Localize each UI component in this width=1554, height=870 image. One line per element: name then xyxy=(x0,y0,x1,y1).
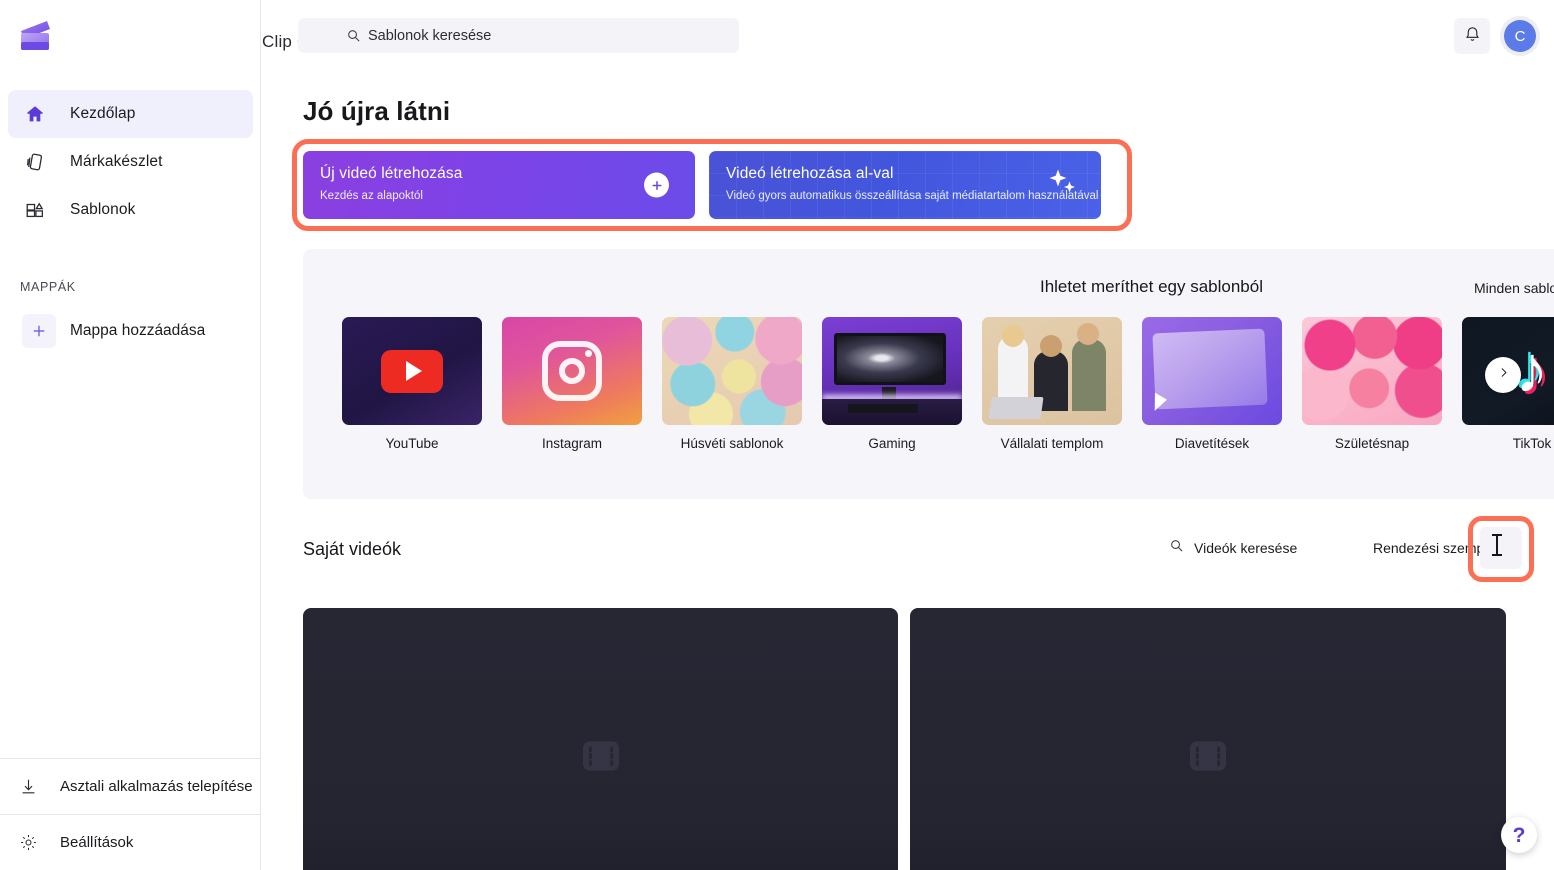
template-thumbnail xyxy=(822,317,962,425)
install-desktop-app-button[interactable]: Asztali alkalmazás telepítése xyxy=(0,758,260,814)
add-folder-button[interactable]: Mappa hozzáadása xyxy=(8,307,253,355)
template-label: Instagram xyxy=(541,436,603,451)
sparkle-icon xyxy=(1045,166,1079,205)
my-videos-grid xyxy=(303,608,1543,870)
page-title: Jó újra látni xyxy=(303,96,451,126)
install-desktop-app-label: Asztali alkalmazás telepítése xyxy=(60,778,253,795)
top-bar: Clip Champ Sablonok keresése xyxy=(261,0,1554,70)
template-label: Vállalati templom xyxy=(1000,436,1104,451)
card-subtitle: Videó gyors automatikus összeállítása sa… xyxy=(726,190,1099,202)
gear-icon xyxy=(14,829,42,857)
template-card-easter[interactable]: Húsvéti sablonok xyxy=(662,317,802,477)
template-search-box[interactable]: Sablonok keresése xyxy=(298,18,739,53)
sidebar-item-templates[interactable]: Sablonok xyxy=(8,186,253,234)
template-card-birthday[interactable]: Születésnap xyxy=(1302,317,1442,477)
search-icon xyxy=(1169,538,1184,558)
download-icon xyxy=(14,773,42,801)
carousel-next-button[interactable] xyxy=(1485,357,1521,393)
clipchamp-logo-icon xyxy=(21,21,50,50)
settings-label: Beállítások xyxy=(60,834,134,851)
clipchamp-home-page: Kezdőlap Márkakészlet Sablonok MAPPÁK Ma… xyxy=(0,0,1554,870)
film-strip-icon xyxy=(574,729,628,788)
sidebar-item-label: Márkakészlet xyxy=(70,153,163,170)
videos-search-button[interactable]: Videók keresése xyxy=(1169,538,1297,558)
video-card[interactable] xyxy=(910,608,1506,870)
template-thumbnail xyxy=(1142,317,1282,425)
avatar: C xyxy=(1504,20,1536,52)
template-label: TikTok xyxy=(1512,436,1552,451)
template-thumbnail xyxy=(982,317,1122,425)
template-label: Születésnap xyxy=(1334,436,1410,451)
youtube-icon xyxy=(381,349,443,393)
plus-icon xyxy=(22,314,56,348)
my-videos-title: Saját videók xyxy=(303,539,402,559)
sidebar-nav: Kezdőlap Márkakészlet Sablonok xyxy=(8,90,253,234)
card-title: Videó létrehozása al-val xyxy=(726,165,894,182)
template-thumbnail xyxy=(662,317,802,425)
brand-kit-icon xyxy=(22,149,48,175)
sidebar-item-home[interactable]: Kezdőlap xyxy=(8,90,253,138)
add-folder-label: Mappa hozzáadása xyxy=(70,322,206,339)
sidebar-item-label: Sablonok xyxy=(70,201,136,218)
templates-panel: Ihletet meríthet egy sablonból Minden sa… xyxy=(303,249,1554,499)
templates-heading: Ihletet meríthet egy sablonból xyxy=(1039,277,1263,296)
template-card-tiktok[interactable]: ♪ TikTok xyxy=(1462,317,1554,477)
videos-search-label: Videók keresése xyxy=(1194,540,1298,556)
create-cards-row: Új videó létrehozása Kezdés az alapoktól… xyxy=(303,151,1121,219)
template-card-gaming[interactable]: Gaming xyxy=(822,317,962,477)
sidebar-item-brand-kit[interactable]: Márkakészlet xyxy=(8,138,253,186)
app-logo[interactable] xyxy=(14,14,58,58)
template-label: Gaming xyxy=(868,436,916,451)
template-thumbnail xyxy=(502,317,642,425)
card-subtitle: Kezdés az alapoktól xyxy=(320,190,423,202)
sort-toggle-button[interactable] xyxy=(1480,527,1522,569)
help-button[interactable]: ? xyxy=(1501,817,1537,853)
notifications-button[interactable] xyxy=(1454,18,1490,54)
sidebar-item-label: Kezdőlap xyxy=(70,105,136,122)
template-card-slideshows[interactable]: Diavetítések xyxy=(1142,317,1282,477)
main-content: Clip Champ Sablonok keresése xyxy=(261,0,1554,870)
template-thumbnail xyxy=(1302,317,1442,425)
card-title: Új videó létrehozása xyxy=(320,165,463,182)
create-new-video-card[interactable]: Új videó létrehozása Kezdés az alapoktól xyxy=(303,151,695,219)
card-grid-pattern xyxy=(709,151,1101,219)
plus-circle-icon xyxy=(644,172,669,198)
home-icon xyxy=(22,101,48,127)
settings-button[interactable]: Beállítások xyxy=(0,814,260,870)
chevron-right-icon xyxy=(1497,366,1510,384)
template-label: YouTube xyxy=(385,436,439,451)
templates-icon xyxy=(22,197,48,223)
template-thumbnail xyxy=(342,317,482,425)
sidebar-bottom-section: Asztali alkalmazás telepítése Beállításo… xyxy=(0,758,260,870)
template-card-youtube[interactable]: YouTube xyxy=(342,317,482,477)
templates-carousel: YouTube Instagram Húsvéti sablonok Gamin… xyxy=(303,317,1554,477)
video-card[interactable] xyxy=(303,608,898,870)
template-card-corporate[interactable]: Vállalati templom xyxy=(982,317,1122,477)
sidebar: Kezdőlap Márkakészlet Sablonok MAPPÁK Ma… xyxy=(0,0,261,870)
film-strip-icon xyxy=(1181,729,1235,788)
template-search-placeholder: Sablonok keresése xyxy=(368,27,492,44)
template-label: Húsvéti sablonok xyxy=(680,436,784,451)
all-templates-link[interactable]: Minden sablon xyxy=(1474,280,1554,296)
question-mark-icon: ? xyxy=(1512,823,1526,847)
instagram-icon xyxy=(542,341,602,401)
template-card-instagram[interactable]: Instagram xyxy=(502,317,642,477)
folders-heading: MAPPÁK xyxy=(20,280,76,294)
bell-icon xyxy=(1463,24,1482,48)
template-label: Diavetítések xyxy=(1174,436,1250,451)
search-icon xyxy=(340,28,366,43)
account-button[interactable]: C xyxy=(1500,16,1540,56)
create-video-with-ai-card[interactable]: Videó létrehozása al-val Videó gyors aut… xyxy=(709,151,1101,219)
